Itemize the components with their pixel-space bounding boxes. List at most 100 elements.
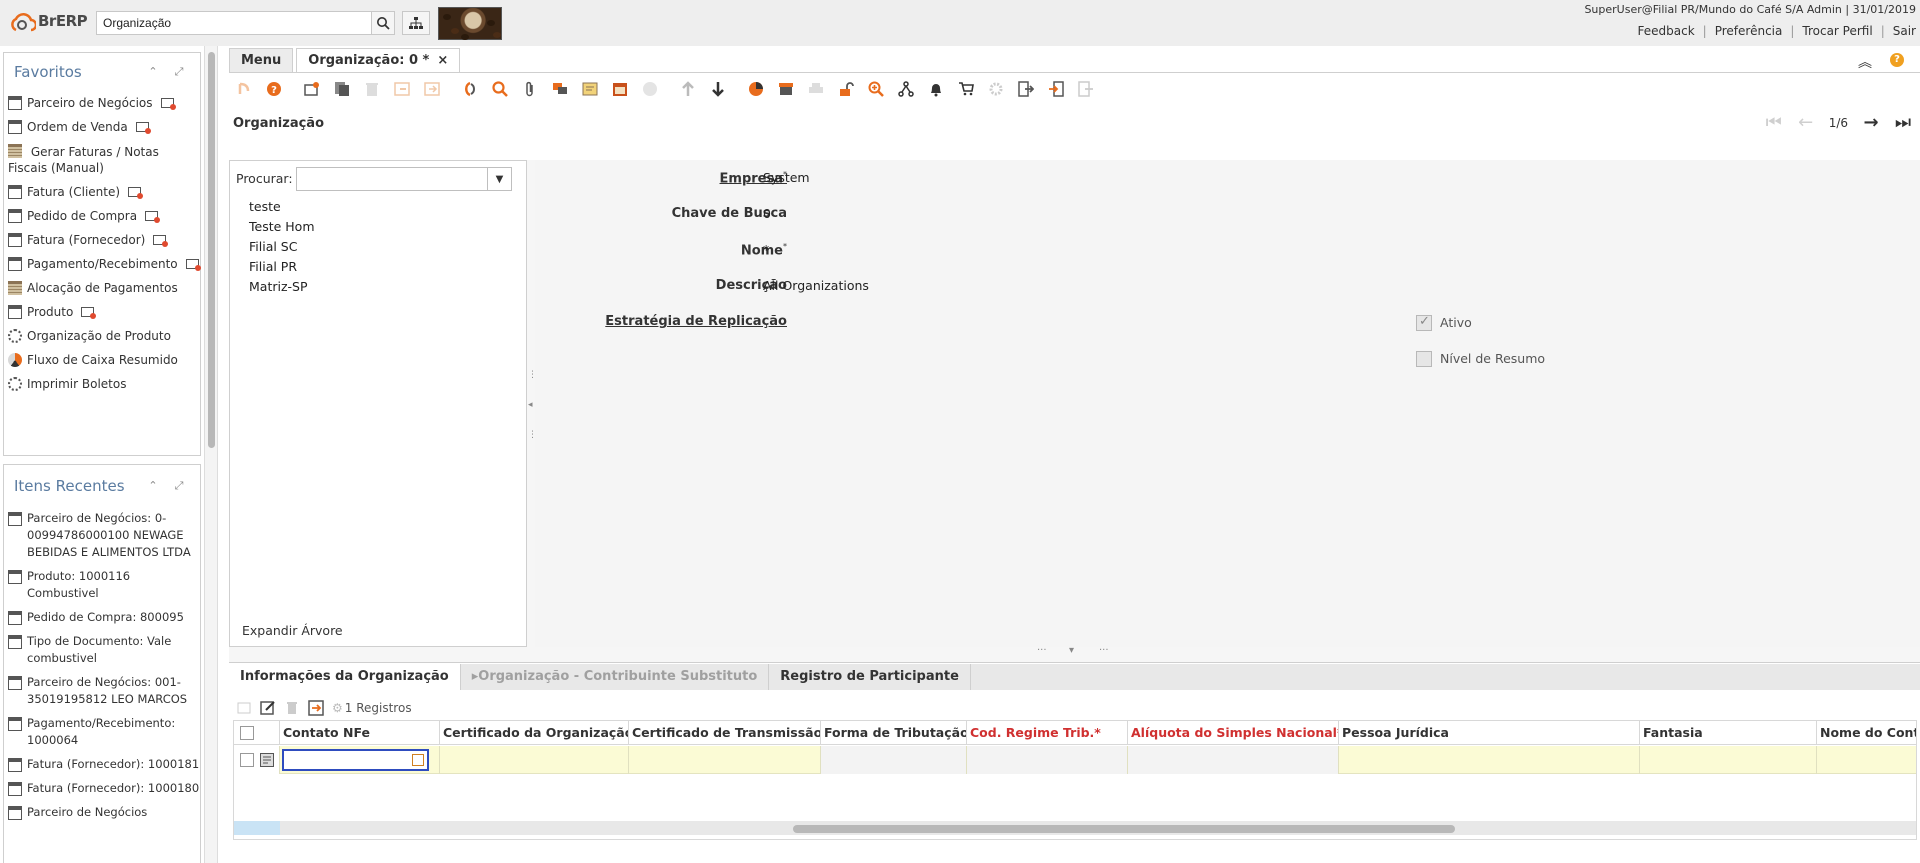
west-panel-splitter[interactable]	[204, 46, 218, 863]
import-button[interactable]	[1044, 77, 1068, 101]
open-new-window-icon[interactable]	[145, 211, 161, 223]
first-record-icon[interactable]: ⏮	[1765, 114, 1783, 132]
undo-button[interactable]	[232, 77, 256, 101]
nome-value[interactable]: *	[763, 242, 769, 257]
delete-icon[interactable]	[284, 700, 300, 716]
global-search-input[interactable]	[96, 11, 372, 35]
feedback-link[interactable]: Feedback	[1630, 24, 1703, 38]
logout-link[interactable]: Sair	[1885, 24, 1916, 38]
next-record-icon[interactable]: →	[1862, 114, 1880, 132]
collapse-header-icon[interactable]: ︽	[1858, 52, 1872, 72]
favorite-item[interactable]: Pagamento/Recebimento	[8, 252, 201, 276]
tree-node[interactable]: Teste Hom	[249, 217, 315, 237]
copy-record-button[interactable]	[330, 77, 354, 101]
cell-nome-contador[interactable]	[1817, 746, 1916, 774]
save-new-button[interactable]	[420, 77, 444, 101]
column-header[interactable]: Pessoa Jurídica	[1339, 721, 1640, 745]
maximize-icon[interactable]: ⤢	[172, 479, 186, 493]
brerp-logo[interactable]: BrERP	[10, 10, 88, 36]
delete-button[interactable]	[360, 77, 384, 101]
edit-icon[interactable]	[260, 700, 276, 716]
tree-splitter[interactable]: ⋮ ◂ ⋮	[527, 160, 537, 647]
column-header[interactable]: Cod. Regime Trib.*	[967, 721, 1128, 745]
nivel-resumo-checkbox[interactable]	[1416, 351, 1432, 367]
expand-tree-checkbox[interactable]: Expandir Árvore	[242, 623, 343, 638]
new-record-button[interactable]	[300, 77, 324, 101]
cell-certificado-transmissao[interactable]	[629, 746, 821, 774]
recent-item[interactable]: Pedido de Compra: 800095	[4, 606, 200, 630]
favorite-item[interactable]: Ordem de Venda	[8, 115, 200, 139]
export-button[interactable]	[1014, 77, 1038, 101]
cell-forma-tributacao[interactable]	[821, 746, 967, 774]
empresa-value[interactable]: System	[763, 170, 810, 185]
collapse-left-icon[interactable]: ◂	[528, 400, 533, 410]
open-new-window-icon[interactable]	[153, 235, 169, 247]
new-icon[interactable]	[236, 700, 252, 716]
column-header[interactable]: Fantasia	[1640, 721, 1817, 745]
table-row[interactable]	[234, 746, 1916, 774]
cell-fantasia[interactable]	[1640, 746, 1817, 774]
lock-button[interactable]	[834, 77, 858, 101]
search-button[interactable]	[371, 11, 395, 35]
workflow-button[interactable]	[638, 77, 662, 101]
scrollbar-thumb[interactable]	[793, 825, 1455, 833]
collapse-icon[interactable]: ⌃	[146, 479, 160, 493]
contato-nfe-input[interactable]	[282, 749, 429, 771]
request-button[interactable]	[894, 77, 918, 101]
recent-item[interactable]: Tipo de Documento: Vale combustivel	[4, 630, 200, 671]
collapse-icon[interactable]: ⌃	[146, 65, 160, 79]
tree-node[interactable]: Filial SC	[249, 237, 315, 257]
chave-value[interactable]: 0	[763, 206, 771, 221]
open-new-window-icon[interactable]	[128, 187, 144, 199]
row-checkbox[interactable]	[240, 753, 254, 767]
favorite-item[interactable]: Fluxo de Caixa Resumido	[8, 348, 200, 372]
tab-registro-participante[interactable]: Registro de Participante	[769, 664, 971, 690]
tree-search-combobox[interactable]: ▼	[296, 167, 512, 191]
save-button[interactable]	[390, 77, 414, 101]
open-new-window-icon[interactable]	[160, 98, 176, 110]
open-new-window-icon[interactable]	[81, 307, 97, 319]
cell-aliquota[interactable]	[1128, 746, 1339, 774]
grid-horizontal-scrollbar[interactable]	[234, 821, 1916, 835]
report-button[interactable]	[744, 77, 768, 101]
cell-cod-regime[interactable]	[967, 746, 1128, 774]
change-role-link[interactable]: Trocar Perfil	[1794, 24, 1880, 38]
product-info-button[interactable]	[954, 77, 978, 101]
cell-pessoa-juridica[interactable]	[1339, 746, 1640, 774]
previous-record-icon[interactable]: ←	[1797, 114, 1815, 132]
help-button[interactable]: ?	[262, 77, 286, 101]
chevron-down-icon[interactable]: ▼	[487, 168, 511, 190]
column-header[interactable]: Certificado da Organização	[440, 721, 629, 745]
favorite-item[interactable]: Parceiro de Negócios	[8, 91, 200, 115]
notice-button[interactable]	[924, 77, 948, 101]
recent-item[interactable]: Pagamento/Recebimento: 1000064	[4, 712, 200, 753]
open-record-icon[interactable]	[412, 754, 424, 766]
archive-button[interactable]	[608, 77, 632, 101]
cell-certificado-organizacao[interactable]	[440, 746, 629, 774]
preferences-link[interactable]: Preferência	[1707, 24, 1791, 38]
select-all-checkbox[interactable]	[240, 726, 254, 740]
favorite-item[interactable]: Pedido de Compra	[8, 204, 200, 228]
tab-organizacao[interactable]: Organização: 0 * ×	[296, 48, 461, 72]
tab-informacoes-organizacao[interactable]: Informações da Organização	[229, 664, 461, 690]
favorite-item[interactable]: Imprimir Boletos	[8, 372, 200, 396]
attachment-button[interactable]	[518, 77, 542, 101]
favorite-item[interactable]: Produto	[8, 300, 200, 324]
chat-button[interactable]	[548, 77, 572, 101]
recent-item[interactable]: Parceiro de Negócios: 001-35019195812 LE…	[4, 671, 200, 712]
ativo-checkbox[interactable]	[1416, 314, 1432, 331]
open-new-window-icon[interactable]	[135, 122, 151, 134]
favorite-item[interactable]: Alocação de Pagamentos	[8, 276, 200, 300]
export-icon[interactable]	[308, 700, 324, 716]
tab-menu[interactable]: Menu	[229, 48, 294, 72]
recent-item[interactable]: Fatura (Fornecedor): 1000180	[4, 777, 200, 801]
sitemap-button[interactable]	[402, 11, 430, 35]
refresh-button[interactable]	[458, 77, 482, 101]
parent-record-button[interactable]	[676, 77, 700, 101]
open-new-window-icon[interactable]	[185, 259, 201, 271]
recent-item[interactable]: Parceiro de Negócios	[4, 801, 200, 825]
descricao-value[interactable]: All Organizations	[763, 278, 869, 293]
recent-item[interactable]: Parceiro de Negócios: 0-00994786000100 N…	[4, 507, 200, 565]
favorite-item[interactable]: Fatura (Fornecedor)	[8, 228, 200, 252]
tab-contribuinte-substituto[interactable]: ▸Organização - Contribuinte Substituto	[461, 664, 770, 690]
